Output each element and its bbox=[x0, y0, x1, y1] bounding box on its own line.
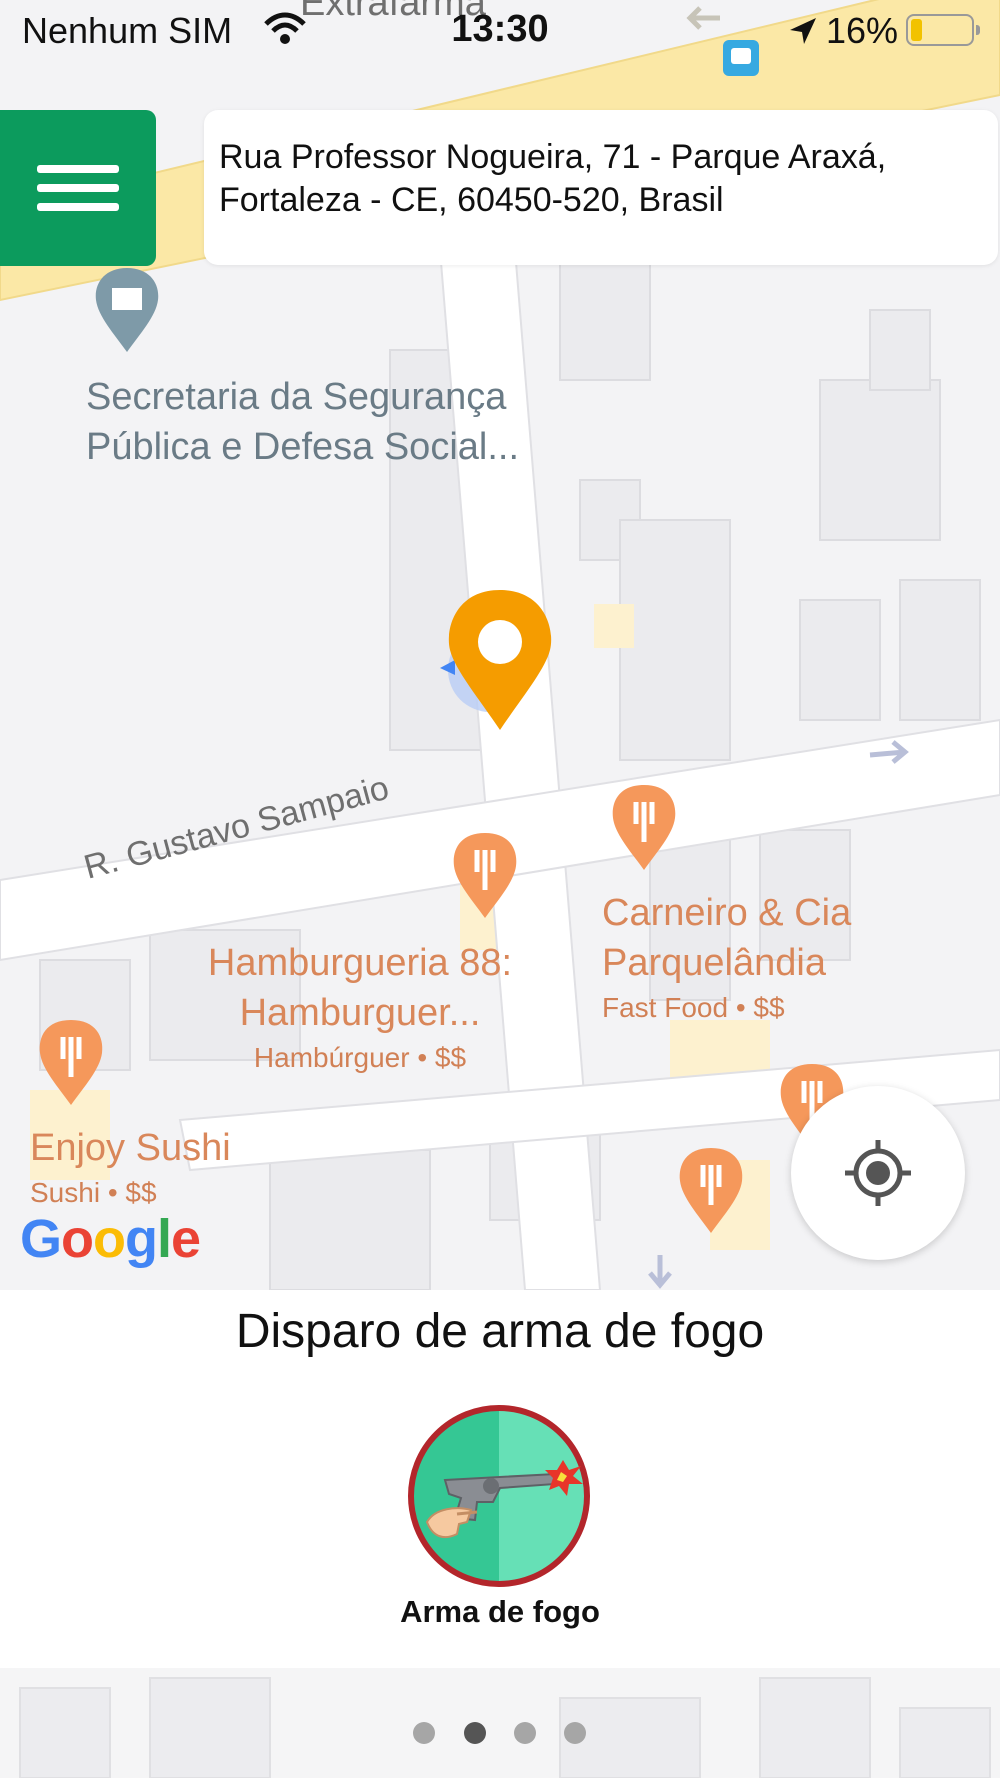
poi-carneiro-name: Carneiro & Cia Parquelândia bbox=[602, 892, 852, 984]
battery-icon bbox=[906, 14, 980, 46]
menu-button[interactable] bbox=[0, 110, 156, 266]
occurrence-panel: Disparo de arma de fogo Arma de fogo bbox=[0, 1290, 1000, 1668]
my-location-button[interactable] bbox=[791, 1086, 965, 1260]
page-indicator bbox=[0, 1668, 1000, 1778]
address-field[interactable]: Rua Professor Nogueira, 71 - Parque Arax… bbox=[204, 110, 998, 265]
poi-secretaria-label[interactable]: Secretaria da Segurança Pública e Defesa… bbox=[86, 372, 606, 472]
page-dot-1[interactable] bbox=[413, 1722, 435, 1744]
category-label: Arma de fogo bbox=[400, 1594, 600, 1629]
crosshair-locate-icon bbox=[845, 1140, 911, 1206]
status-bar: Nenhum SIM 13:30 16% bbox=[0, 0, 1000, 62]
poi-hamburgueria-sub: Hambúrguer • $$ bbox=[253, 1042, 467, 1073]
firearm-icon bbox=[408, 1405, 590, 1587]
hamburger-menu-icon bbox=[37, 165, 119, 173]
poi-secretaria-name: Secretaria da Segurança Pública e Defesa… bbox=[86, 376, 520, 468]
poi-enjoy-sushi-name: Enjoy Sushi bbox=[30, 1127, 231, 1169]
location-arrow-icon bbox=[790, 18, 816, 44]
category-button[interactable] bbox=[405, 1402, 593, 1590]
page-dot-2[interactable] bbox=[464, 1722, 486, 1744]
poi-hamburgueria-name: Hamburgueria 88: Hamburguer... bbox=[207, 942, 513, 1034]
poi-enjoy-sushi-label[interactable]: Enjoy Sushi Sushi • $$ bbox=[30, 1123, 231, 1213]
google-attribution-logo: Google bbox=[20, 1209, 201, 1269]
poi-carneiro-sub: Fast Food • $$ bbox=[602, 992, 785, 1023]
poi-enjoy-sushi-sub: Sushi • $$ bbox=[30, 1177, 157, 1208]
battery-percent: 16% bbox=[826, 10, 899, 51]
page-dot-4[interactable] bbox=[564, 1722, 586, 1744]
poi-hamburgueria-label[interactable]: Hamburgueria 88: Hamburguer... Hambúrgue… bbox=[180, 938, 540, 1078]
address-text: Rua Professor Nogueira, 71 - Parque Arax… bbox=[219, 138, 887, 219]
poi-carneiro-label[interactable]: Carneiro & Cia Parquelândia Fast Food • … bbox=[602, 888, 882, 1028]
occurrence-title: Disparo de arma de fogo bbox=[235, 1305, 765, 1358]
page-dot-3[interactable] bbox=[514, 1722, 536, 1744]
